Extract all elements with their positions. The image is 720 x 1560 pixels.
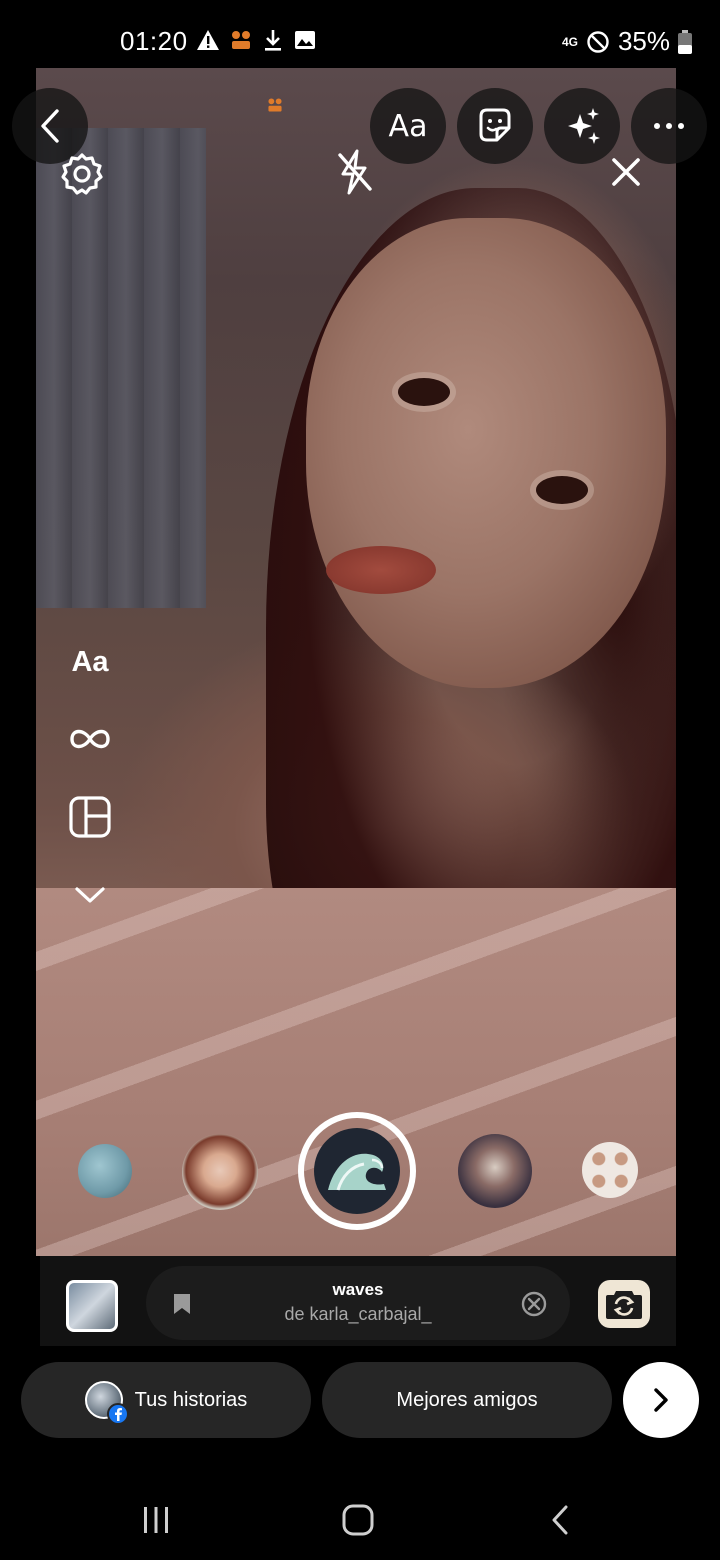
sticker-icon (479, 108, 511, 142)
text-tool-label: Aa (388, 108, 428, 144)
chevron-right-icon (654, 1388, 668, 1412)
back-icon (41, 109, 59, 143)
capture-button[interactable] (298, 1112, 416, 1230)
effect-info-pill[interactable]: waves de karla_carbajal_ (146, 1266, 570, 1340)
effect-thumbnail-2[interactable] (182, 1134, 258, 1210)
close-icon (612, 158, 640, 186)
status-time: 01:20 (120, 26, 188, 56)
app-notification-icon (268, 98, 282, 112)
warning-icon (197, 30, 219, 50)
share-your-story-button[interactable]: Tus historias (21, 1362, 311, 1438)
gallery-thumbnail-button[interactable] (66, 1280, 118, 1332)
expand-tools-button[interactable] (68, 880, 112, 910)
battery-icon (678, 29, 692, 54)
close-camera-button[interactable] (602, 148, 650, 196)
facebook-badge-icon (106, 1403, 129, 1425)
more-icon (654, 123, 684, 129)
effect-author: de karla_carbajal_ (284, 1304, 432, 1324)
flash-toggle-button[interactable] (330, 146, 378, 198)
sticker-button[interactable] (457, 88, 533, 164)
next-button[interactable] (623, 1362, 699, 1438)
recent-apps-button[interactable] (138, 1500, 174, 1540)
wave-effect-icon (328, 1153, 386, 1191)
share-close-friends-button[interactable]: Mejores amigos (322, 1362, 612, 1438)
remove-effect-icon[interactable] (520, 1290, 548, 1318)
flip-camera-button[interactable] (598, 1280, 650, 1328)
do-not-disturb-icon (587, 30, 609, 53)
flip-camera-icon (606, 1291, 642, 1319)
expand-chevron-icon (75, 887, 105, 903)
camera-settings-button[interactable] (56, 148, 108, 200)
system-navigation-bar (0, 1480, 720, 1560)
status-system-icons: 4G 35% (562, 26, 692, 57)
subject-face (306, 218, 666, 688)
network-indicator: 4G (561, 34, 578, 49)
boomerang-button[interactable] (68, 722, 112, 756)
layout-button[interactable] (68, 796, 112, 838)
settings-gear-icon (61, 153, 103, 195)
avatar (84, 1381, 129, 1425)
selected-effect-waves (314, 1128, 400, 1214)
home-icon (342, 1504, 374, 1536)
subject-eye-right (536, 476, 588, 504)
close-friends-label: Mejores amigos (396, 1388, 538, 1411)
effect-thumbnail-1[interactable] (78, 1144, 132, 1198)
app-notification-icon (232, 31, 250, 49)
effect-thumbnail-4[interactable] (458, 1134, 532, 1208)
recording-indicator (266, 96, 284, 114)
download-icon (265, 30, 281, 51)
create-mode-button[interactable]: Aa (68, 642, 112, 682)
recent-apps-icon (144, 1507, 168, 1533)
battery-percent: 35% (617, 26, 670, 56)
back-nav-icon (552, 1505, 568, 1535)
subject-lips (326, 546, 436, 594)
boomerang-icon (70, 729, 110, 749)
flash-off-icon (338, 149, 372, 195)
subject-eye-left (398, 378, 450, 406)
effects-sparkle-icon (568, 108, 600, 144)
text-tool-button[interactable]: Aa (370, 88, 446, 164)
home-button[interactable] (338, 1500, 378, 1540)
effect-name: waves (332, 1280, 384, 1299)
your-story-label: Tus historias (134, 1388, 248, 1411)
effect-thumbnail-5[interactable] (582, 1142, 638, 1198)
image-icon (295, 31, 315, 49)
layout-icon (69, 796, 111, 838)
create-mode-label: Aa (71, 645, 109, 678)
status-notification-icons (196, 28, 316, 52)
camera-preview[interactable] (36, 68, 676, 1256)
back-nav-button[interactable] (542, 1500, 578, 1540)
background-curtain (36, 128, 206, 608)
